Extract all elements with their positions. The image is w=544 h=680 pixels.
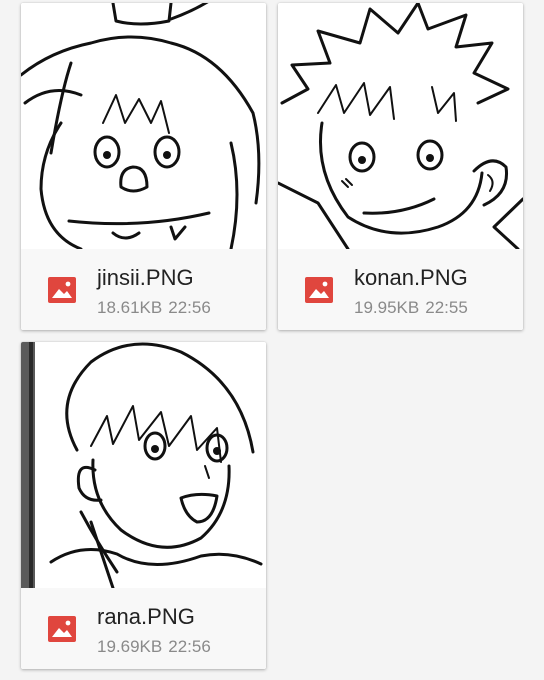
file-info: jinsii.PNG 18.61KB 22:56: [21, 249, 266, 330]
file-time: 22:55: [425, 298, 468, 317]
file-time: 22:56: [168, 298, 211, 317]
file-size: 18.61KB: [97, 298, 163, 317]
file-time: 22:56: [168, 637, 211, 656]
file-card-rana[interactable]: rana.PNG 19.69KB 22:56: [21, 342, 266, 669]
file-card-jinsii[interactable]: jinsii.PNG 18.61KB 22:56: [21, 3, 266, 330]
image-thumbnail: [21, 342, 266, 588]
file-card-konan[interactable]: konan.PNG 19.95KB 22:55: [278, 3, 523, 330]
file-info: rana.PNG 19.69KB 22:56: [21, 588, 266, 669]
image-file-icon: [305, 277, 333, 303]
image-thumbnail: [278, 3, 523, 249]
image-file-icon: [48, 616, 76, 642]
file-details: 18.61KB 22:56: [97, 298, 211, 318]
file-size: 19.95KB: [354, 298, 420, 317]
image-thumbnail: [21, 3, 266, 249]
file-details: 19.69KB 22:56: [97, 637, 211, 657]
file-name: rana.PNG: [97, 604, 195, 629]
file-info: konan.PNG 19.95KB 22:55: [278, 249, 523, 330]
file-size: 19.69KB: [97, 637, 163, 656]
file-details: 19.95KB 22:55: [354, 298, 468, 318]
image-file-icon: [48, 277, 76, 303]
file-name: konan.PNG: [354, 265, 468, 290]
file-name: jinsii.PNG: [97, 265, 194, 290]
